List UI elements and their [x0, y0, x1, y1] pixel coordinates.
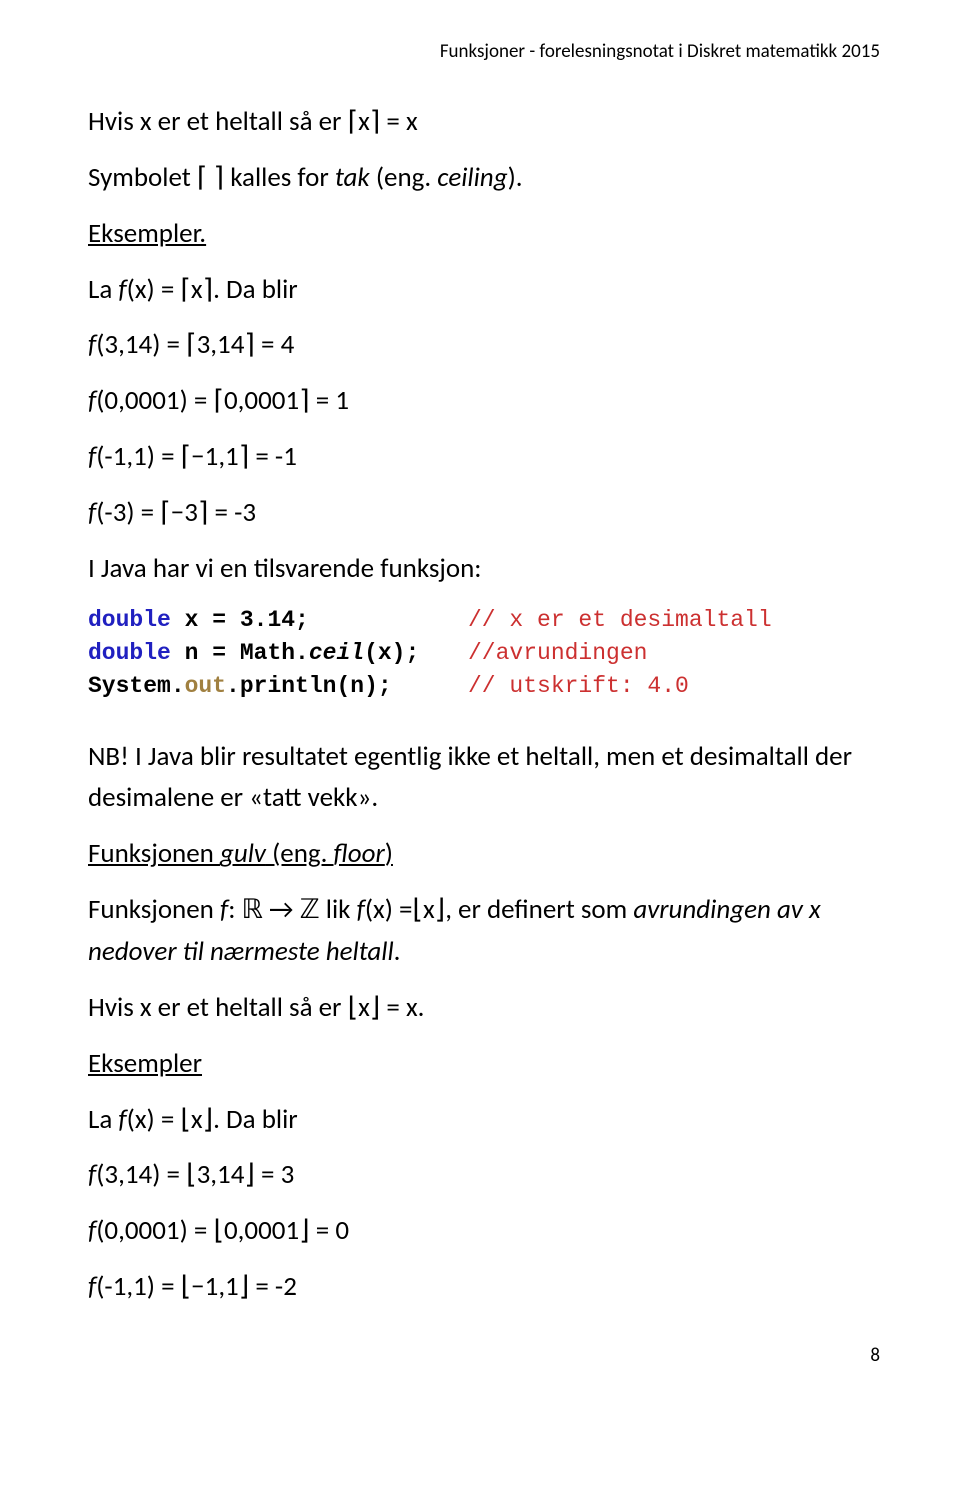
code-block: double x = 3.14; // x er et desimaltall … [88, 604, 880, 704]
t17a: f [88, 1214, 96, 1247]
t8b: (-3) = ⌈−3⌉ = -3 [96, 496, 256, 529]
code-r1-rest: x = 3.14; [171, 607, 309, 633]
code-r3-b: .println(n); [226, 673, 392, 699]
t2c: (eng. [370, 161, 438, 194]
floor-ex2: f(0,0001) = ⌊0,0001⌋ = 0 [88, 1210, 880, 1252]
t6b: (0,0001) = ⌈0,0001⌉ = 1 [96, 384, 349, 417]
ceil-ex2: f(0,0001) = ⌈0,0001⌉ = 1 [88, 380, 880, 422]
text-java-intro: I Java har vi en tilsvarende funksjon: [88, 548, 880, 590]
t4a: La [88, 273, 118, 306]
text-nb-note: NB! I Java blir resultatet egentlig ikke… [88, 736, 880, 820]
t11d: floor [334, 837, 385, 870]
t18a: f [88, 1270, 96, 1303]
t2e: ). [508, 161, 523, 194]
t5b: (3,14) = ⌈3,14⌉ = 4 [96, 328, 294, 361]
text-floor-identity: Hvis x er et heltall så er ⌊x⌋ = x. [88, 987, 880, 1029]
t11a: Funksjonen [88, 837, 220, 870]
t15b: f [118, 1103, 126, 1136]
code-r2-rest1: n = Math. [171, 640, 309, 666]
code-r3-out: out [185, 673, 226, 699]
heading-floor-func: Funksjonen gulv (eng. floor) [88, 833, 880, 875]
text-floor-def: Funksjonen f: ℝ → ℤ lik f(x) =⌊x⌋, er de… [88, 889, 880, 973]
t15a: La [88, 1103, 118, 1136]
t16b: (3,14) = ⌊3,14⌋ = 3 [96, 1158, 294, 1191]
t12b: f [220, 893, 228, 926]
kw-double-2: double [88, 640, 171, 666]
kw-double-1: double [88, 607, 171, 633]
t4c: (x) = ⌈x⌉. Da blir [127, 273, 298, 306]
t16a: f [88, 1158, 96, 1191]
t7b: (-1,1) = ⌈−1,1⌉ = -1 [96, 440, 297, 473]
t12a: Funksjonen [88, 893, 220, 926]
t12d: f [357, 893, 365, 926]
text-let-fx-floor: La f(x) = ⌊x⌋. Da blir [88, 1099, 880, 1141]
t2a: Symbolet ⌈ ⌉ kalles for [88, 161, 335, 194]
t5a: f [88, 328, 96, 361]
code-r2-rest2: (x); [364, 640, 419, 666]
page-number: 8 [88, 1344, 880, 1367]
page-header: Funksjoner - forelesningsnotat i Diskret… [88, 40, 880, 63]
code-r2-comment: //avrundingen [468, 637, 647, 670]
t12g: . [394, 935, 401, 968]
code-r1-comment: // x er et desimaltall [468, 604, 772, 637]
ceil-ex4: f(-3) = ⌈−3⌉ = -3 [88, 492, 880, 534]
code-row-3: System.out.println(n); // utskrift: 4.0 [88, 670, 880, 703]
t12c: : ℝ → ℤ lik [228, 893, 356, 926]
t4b: f [118, 273, 126, 306]
code-r2-method: ceil [309, 640, 364, 666]
t12e: (x) =⌊x⌋, er definert som [365, 893, 634, 926]
t18b: (-1,1) = ⌊−1,1⌋ = -2 [96, 1270, 297, 1303]
text-ceiling-identity: Hvis x er et heltall så er ⌈x⌉ = x [88, 101, 880, 143]
ceil-ex1: f(3,14) = ⌈3,14⌉ = 4 [88, 324, 880, 366]
code-r3-a: System. [88, 673, 185, 699]
heading-examples-ceil: Eksempler. [88, 213, 880, 255]
code-row-2: double n = Math.ceil(x); //avrundingen [88, 637, 880, 670]
t2b: tak [335, 161, 370, 194]
floor-ex1: f(3,14) = ⌊3,14⌋ = 3 [88, 1154, 880, 1196]
heading-examples-floor: Eksempler [88, 1043, 880, 1085]
t11b: gulv [220, 837, 266, 870]
t8a: f [88, 496, 96, 529]
t7a: f [88, 440, 96, 473]
ceil-ex3: f(-1,1) = ⌈−1,1⌉ = -1 [88, 436, 880, 478]
t11e: ) [385, 837, 393, 870]
code-row-1: double x = 3.14; // x er et desimaltall [88, 604, 880, 637]
t11c: (eng. [266, 837, 334, 870]
code-r3-comment: // utskrift: 4.0 [468, 670, 689, 703]
t6a: f [88, 384, 96, 417]
text-let-fx-ceil: La f(x) = ⌈x⌉. Da blir [88, 269, 880, 311]
t15c: (x) = ⌊x⌋. Da blir [127, 1103, 298, 1136]
text-ceiling-symbol: Symbolet ⌈ ⌉ kalles for tak (eng. ceilin… [88, 157, 880, 199]
t2d: ceiling [437, 161, 507, 194]
floor-ex3: f(-1,1) = ⌊−1,1⌋ = -2 [88, 1266, 880, 1308]
t17b: (0,0001) = ⌊0,0001⌋ = 0 [96, 1214, 349, 1247]
